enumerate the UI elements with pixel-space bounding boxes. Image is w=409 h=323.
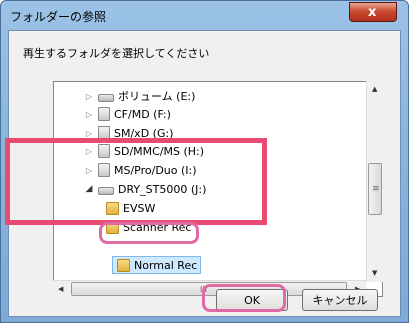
card-drive-icon xyxy=(98,107,110,121)
highlight-frame xyxy=(5,138,267,225)
close-button[interactable]: x xyxy=(349,2,397,22)
cancel-button[interactable]: キャンセル xyxy=(302,289,378,311)
title-bar[interactable]: フォルダーの参照 x xyxy=(1,1,408,31)
tree-item-cf-md[interactable]: ▷ CF/MD (F:) xyxy=(84,105,171,123)
close-icon: x xyxy=(368,5,377,20)
dialog-title: フォルダーの参照 xyxy=(10,10,107,24)
expand-arrow-icon[interactable]: ▷ xyxy=(84,110,94,119)
grip-icon: ≡ xyxy=(372,184,380,194)
vertical-scroll-thumb[interactable]: ≡ xyxy=(368,163,382,215)
scroll-down-icon[interactable]: ▼ xyxy=(372,269,377,277)
highlight-ok-button xyxy=(202,284,286,312)
tree-item-volume-e[interactable]: ▷ ボリューム (E:) xyxy=(84,87,195,105)
vertical-scrollbar[interactable]: ▲ ≡ ▼ xyxy=(366,81,383,282)
expand-arrow-icon[interactable]: ▷ xyxy=(84,92,94,101)
drive-icon xyxy=(98,94,114,102)
tree-item-label: CF/MD (F:) xyxy=(114,107,171,121)
tree-item-label: Normal Rec xyxy=(134,258,198,272)
tree-item-normal-rec[interactable]: Normal Rec xyxy=(112,256,202,274)
scroll-left-icon[interactable]: ◀ xyxy=(58,285,63,293)
folder-icon xyxy=(117,258,130,272)
highlight-normal-rec xyxy=(99,222,199,244)
expand-arrow-icon[interactable]: ▷ xyxy=(84,129,94,138)
scroll-up-icon[interactable]: ▲ xyxy=(372,85,377,93)
instruction-text: 再生するフォルダを選択してください xyxy=(23,47,210,60)
tree-item-label: ボリューム (E:) xyxy=(118,90,196,103)
